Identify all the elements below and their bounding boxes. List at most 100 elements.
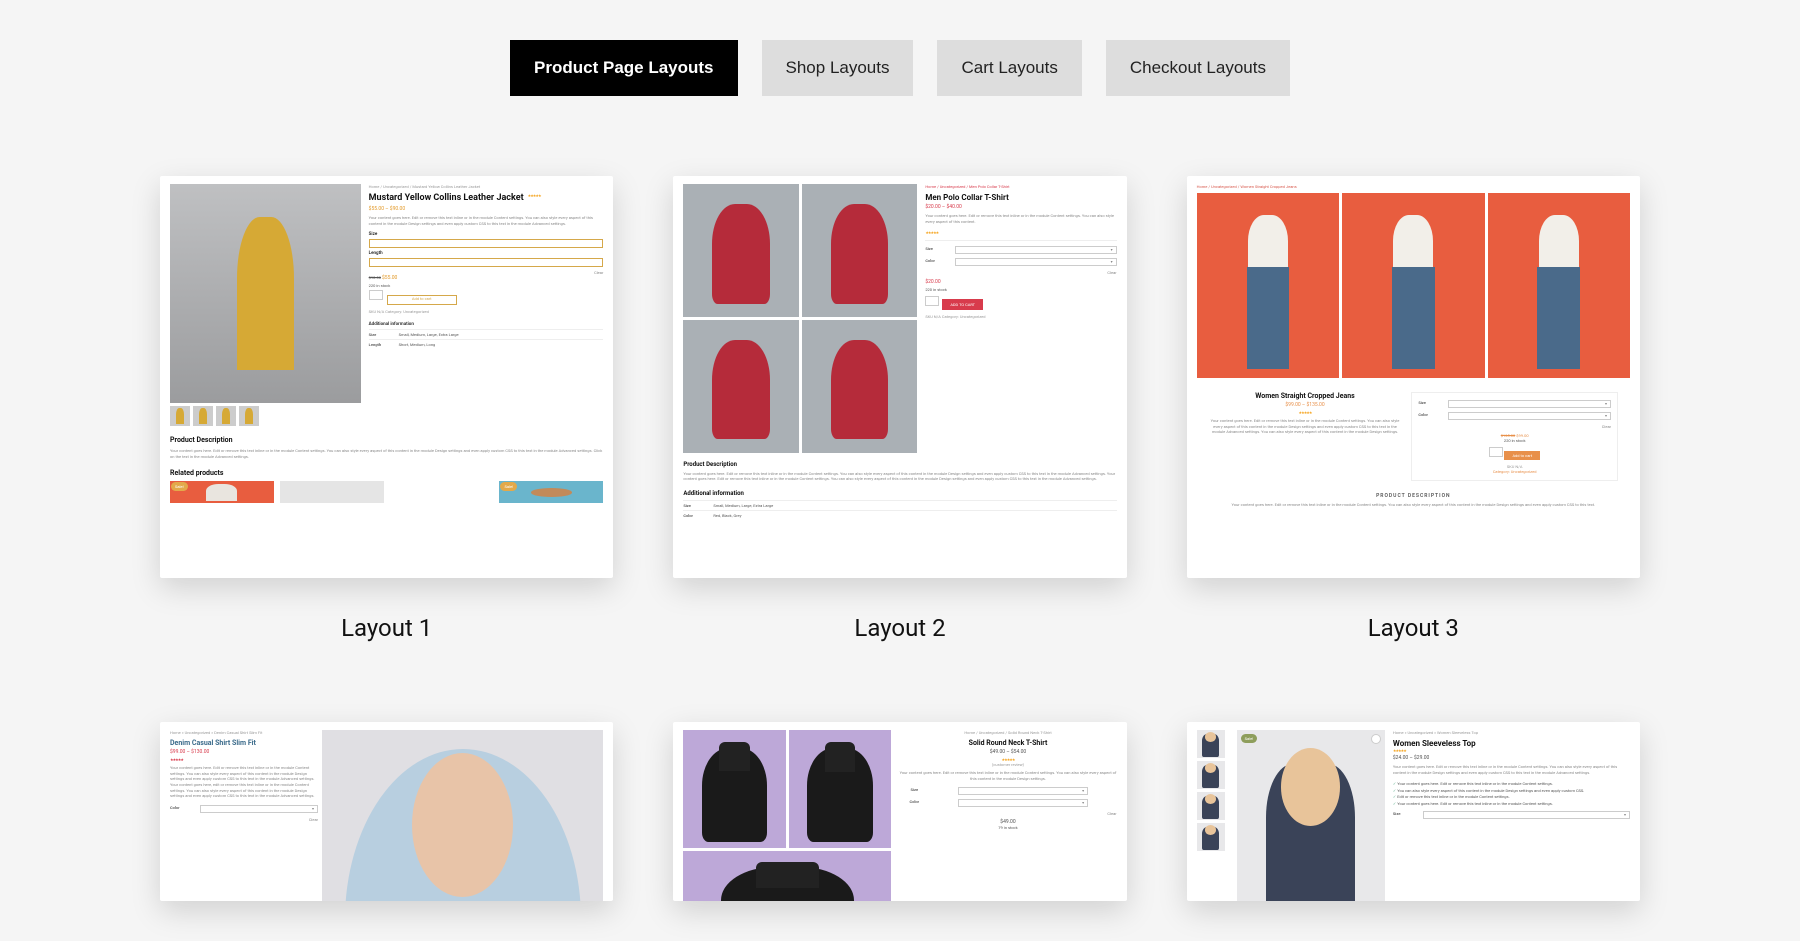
product-title: Women Sleeveless Top — [1393, 739, 1630, 748]
preview-layout-3: Home / Uncategorized / Women Straight Cr… — [1187, 176, 1640, 578]
size-select — [1448, 400, 1611, 408]
card-layout-3[interactable]: Home / Uncategorized / Women Straight Cr… — [1187, 176, 1640, 642]
sku: SKU N/A Category: Uncategorized — [925, 314, 1116, 319]
thumb — [1197, 792, 1225, 820]
rating-stars: ★★★★★ — [1393, 748, 1630, 753]
tab-product-page-layouts[interactable]: Product Page Layouts — [510, 40, 737, 96]
qty-input — [1489, 447, 1503, 457]
description: Your content goes here. Edit or remove t… — [1209, 418, 1402, 435]
stock: 220 in stock — [369, 283, 604, 288]
description: Your content goes here. Edit or remove t… — [899, 770, 1116, 781]
product-description-heading: PRODUCT DESCRIPTION — [1197, 493, 1630, 499]
description: Your content goes here. Edit or remove t… — [369, 215, 604, 226]
thumb — [239, 406, 259, 426]
preview-layout-6: Sale! Home » Uncategorized » Women Sleev… — [1187, 722, 1640, 901]
thumb — [1197, 730, 1225, 758]
addl-info-heading: Additional information — [683, 490, 1116, 497]
product-image — [170, 184, 361, 403]
product-image — [1342, 193, 1484, 378]
description: Your content goes here. Edit or remove t… — [170, 765, 318, 799]
preview-layout-2: Home / Uncategorized / Men Polo Collar T… — [673, 176, 1126, 578]
thumb — [193, 406, 213, 426]
length-select — [369, 258, 604, 267]
preview-layout-1: Sale! Home / Uncategorized / Mus — [160, 176, 613, 578]
breadcrumb: Home / Uncategorized / Men Polo Collar T… — [925, 184, 1116, 189]
rating-stars: ★★★★★ — [1209, 410, 1402, 415]
card-layout-4[interactable]: Home » Uncategorized » Denim Casual Shir… — [160, 722, 613, 901]
price: $49.00 – $54.00 — [899, 749, 1116, 755]
addl-info-heading: Additional information — [369, 322, 604, 327]
product-image — [683, 730, 785, 848]
price: $99.00 – $130.00 — [170, 749, 318, 755]
size-select — [1423, 811, 1630, 819]
card-label: Layout 1 — [341, 614, 432, 642]
thumb-strip — [1197, 730, 1225, 901]
product-image — [1488, 193, 1630, 378]
product-description-text: Your content goes here. Edit or remove t… — [170, 448, 603, 459]
card-layout-5[interactable]: Home / Uncategorized / Solid Round Neck … — [673, 722, 1126, 901]
rating-stars: ★★★★★ — [528, 193, 541, 198]
clear-link: Clear — [925, 270, 1116, 275]
tabs-row: Product Page Layouts Shop Layouts Cart L… — [120, 40, 1680, 96]
related-item — [390, 481, 494, 503]
related-item: Sale! — [170, 481, 274, 503]
thumb — [216, 406, 236, 426]
color-select — [958, 799, 1088, 807]
related-heading: Related products — [170, 469, 603, 477]
price: $55.00 – $90.00 — [369, 206, 604, 212]
product-title: Mustard Yellow Collins Leather Jacket — [369, 193, 524, 203]
description: Your content goes here. Edit or remove t… — [1393, 764, 1630, 775]
product-image — [802, 320, 918, 453]
product-image — [683, 851, 891, 901]
thumb — [1197, 761, 1225, 789]
tab-shop-layouts[interactable]: Shop Layouts — [762, 40, 914, 96]
thumb — [170, 406, 190, 426]
tab-checkout-layouts[interactable]: Checkout Layouts — [1106, 40, 1290, 96]
breadcrumb: Home / Uncategorized / Mustard Yellow Co… — [369, 184, 604, 189]
description: Your content goes here. Edit or remove t… — [925, 213, 1116, 224]
thumb — [1197, 823, 1225, 851]
stock: 79 in stock — [899, 825, 1116, 830]
preview-layout-5: Home / Uncategorized / Solid Round Neck … — [673, 722, 1126, 901]
product-image — [683, 184, 798, 317]
size-select — [958, 787, 1088, 795]
color-select — [955, 258, 1116, 266]
zoom-icon — [1371, 734, 1381, 744]
product-title: Solid Round Neck T-Shirt — [899, 739, 1116, 747]
add-to-cart-button: Add to cart — [1504, 451, 1540, 460]
preview-layout-4: Home » Uncategorized » Denim Casual Shir… — [160, 722, 613, 901]
bullet-list: Your content goes here. Edit or remove t… — [1393, 781, 1630, 807]
breadcrumb: Home / Uncategorized / Solid Round Neck … — [899, 730, 1116, 735]
card-layout-6[interactable]: Sale! Home » Uncategorized » Women Sleev… — [1187, 722, 1640, 901]
price: $99.00 – $135.00 — [1209, 402, 1402, 408]
breadcrumb: Home / Uncategorized / Women Straight Cr… — [1197, 184, 1630, 189]
breadcrumb: Home » Uncategorized » Women Sleeveless … — [1393, 730, 1630, 735]
card-layout-2[interactable]: Home / Uncategorized / Men Polo Collar T… — [673, 176, 1126, 642]
product-title: Denim Casual Shirt Slim Fit — [170, 739, 318, 747]
color-select — [200, 805, 318, 813]
rating-stars: ★★★★★ — [925, 230, 1116, 235]
price: $24.00 – $29.00 — [1393, 755, 1630, 761]
product-title: Men Polo Collar T-Shirt — [925, 193, 1116, 202]
card-label: Layout 2 — [854, 614, 945, 642]
related-item — [280, 481, 384, 503]
card-layout-1[interactable]: Sale! Home / Uncategorized / Mus — [160, 176, 613, 642]
product-image: Sale! — [1237, 730, 1385, 901]
layout-grid: Sale! Home / Uncategorized / Mus — [120, 176, 1680, 901]
related-item: Sale! — [499, 481, 603, 503]
product-image — [1197, 193, 1339, 378]
size-select — [955, 246, 1116, 254]
product-image — [322, 730, 603, 901]
tab-cart-layouts[interactable]: Cart Layouts — [937, 40, 1081, 96]
add-to-cart-button: Add to cart — [387, 295, 457, 305]
product-description-heading: Product Description — [683, 461, 1116, 468]
card-label: Layout 3 — [1368, 614, 1459, 642]
product-image — [683, 320, 798, 453]
product-image — [802, 184, 918, 317]
qty-input — [369, 290, 383, 300]
stock: 220 in stock — [925, 287, 1116, 292]
clear-link: Clear — [170, 817, 318, 822]
sku: SKU N/A Category: Uncategorized — [369, 309, 604, 314]
qty-input — [925, 296, 939, 306]
rating-stars: ★★★★★ — [170, 757, 318, 762]
